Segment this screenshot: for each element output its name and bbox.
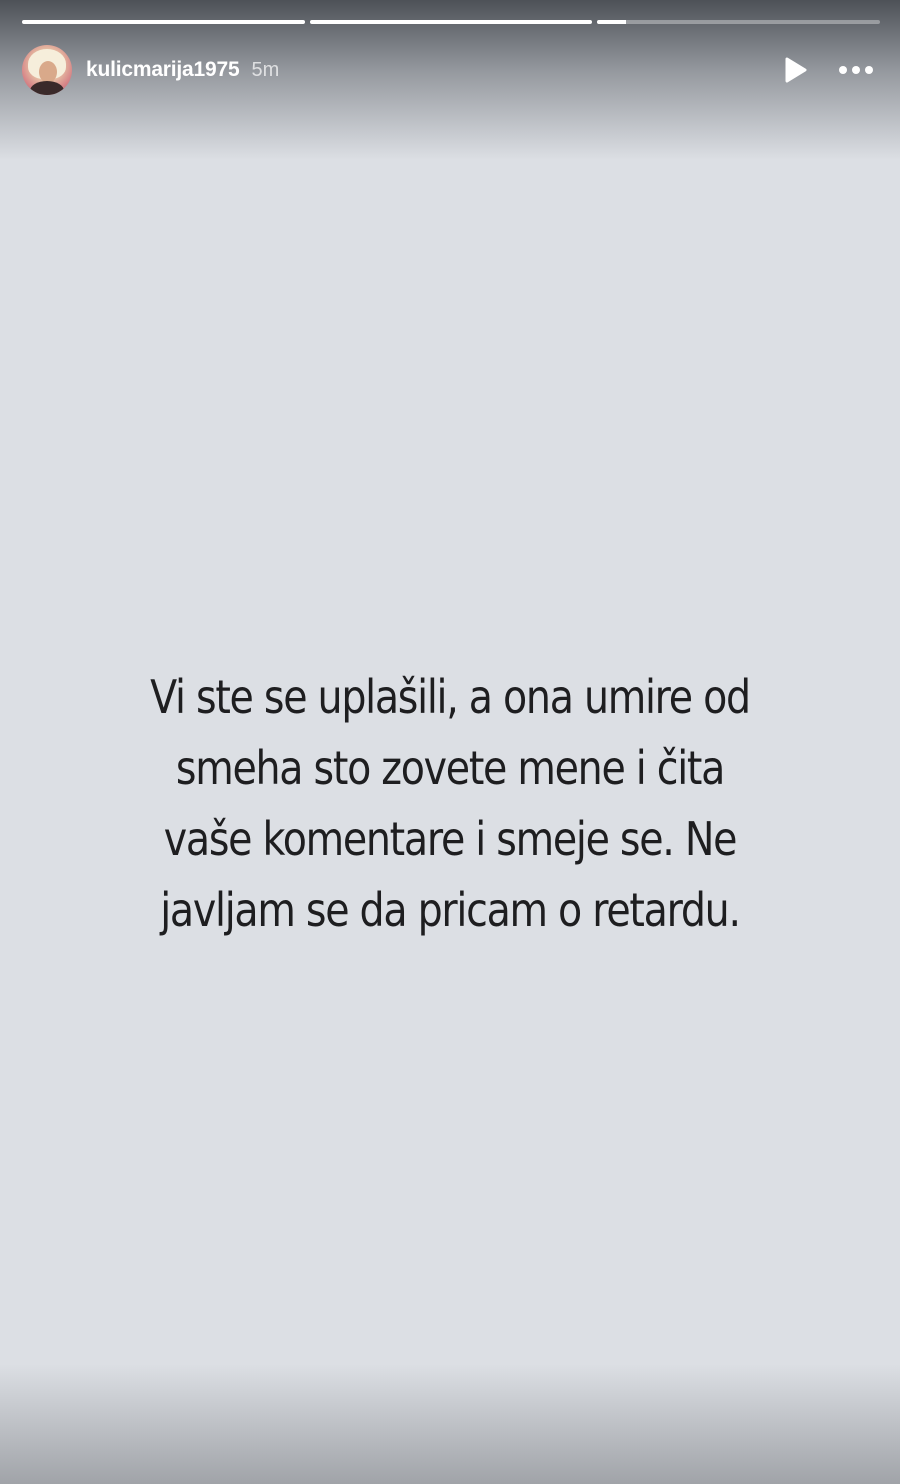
story-text-line: vaše komentare i smeje se. Ne xyxy=(163,812,738,866)
play-icon xyxy=(785,57,807,83)
story-viewer[interactable]: kulicmarija1975 5m Vi ste se uplašili, a… xyxy=(0,0,900,1484)
more-options-button[interactable] xyxy=(834,54,878,86)
progress-segment xyxy=(309,20,593,24)
progress-segment xyxy=(22,20,305,24)
bottom-gradient xyxy=(0,1364,900,1484)
post-time: 5m xyxy=(251,58,280,81)
story-text: Vi ste se uplašili, a ona umire od smeha… xyxy=(132,662,768,946)
story-text-line: javljam se da pricam o retardu. xyxy=(160,883,741,937)
profile-avatar[interactable] xyxy=(22,45,72,95)
username[interactable]: kulicmarija1975 xyxy=(86,58,240,82)
story-text-line: Vi ste se uplašili, a ona umire od xyxy=(150,670,751,724)
story-header: kulicmarija1975 5m xyxy=(22,44,878,96)
more-icon xyxy=(839,66,873,74)
progress-segment xyxy=(597,20,881,24)
play-button[interactable] xyxy=(780,54,812,86)
story-progress-bar xyxy=(22,20,881,24)
story-text-line: smeha sto zovete mene i čita xyxy=(175,741,726,795)
